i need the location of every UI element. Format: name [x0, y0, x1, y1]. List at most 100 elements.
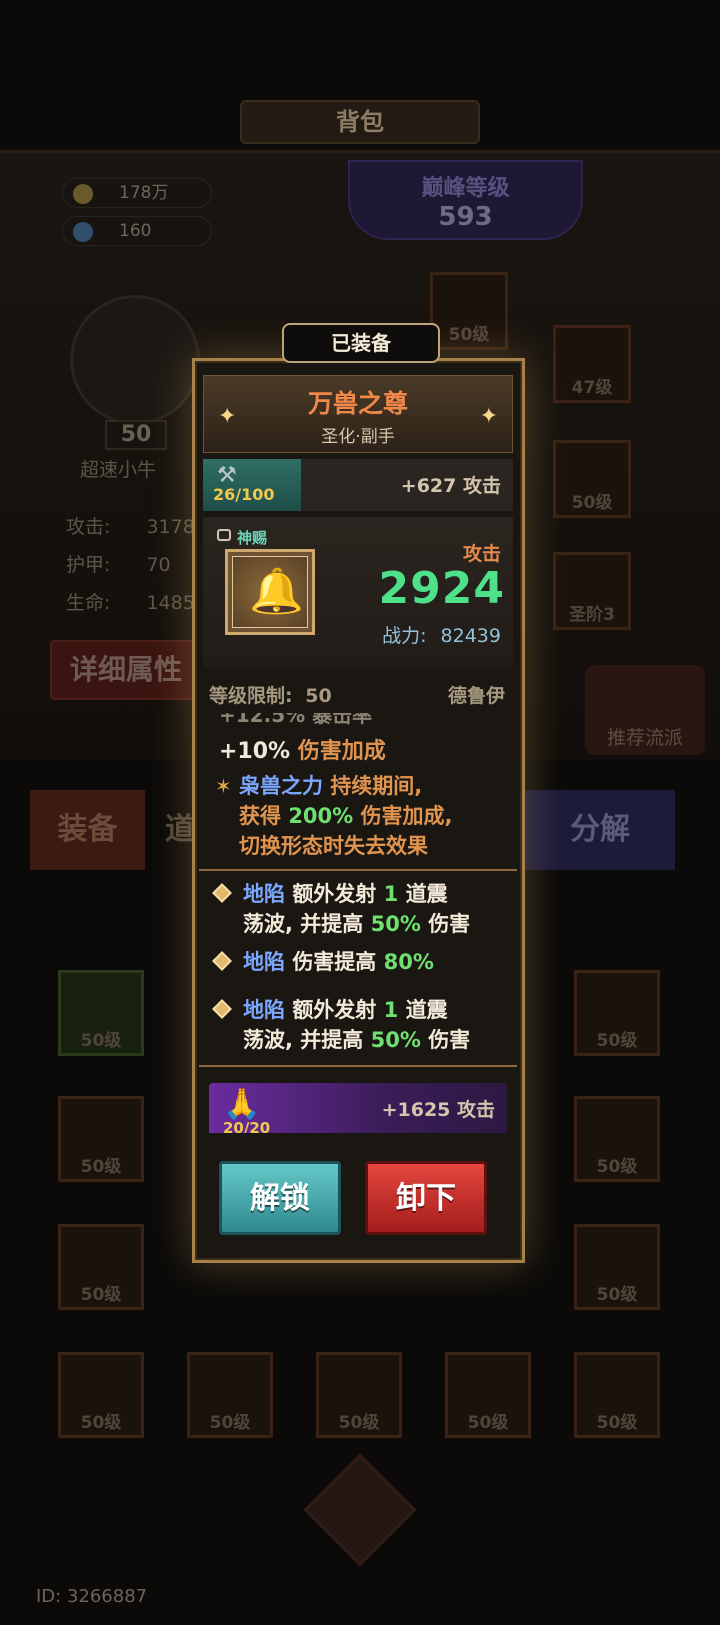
rune-number: 1 [383, 998, 399, 1022]
equipped-status-text: 已装备 [331, 331, 391, 355]
rune-text-part: 道震 [405, 882, 448, 906]
level-requirement-row: 等级限制: 50 德鲁伊 [203, 673, 513, 713]
recommend-build-button[interactable]: 推荐流派 [585, 665, 705, 755]
rune-text: 地陷 额外发射 1 道震 荡波, 并提高 50% 伤害 [243, 995, 505, 1055]
rune-text: 地陷 额外发射 1 道震 荡波, 并提高 50% 伤害 [243, 879, 505, 939]
inventory-slot[interactable]: 50级 [316, 1352, 402, 1438]
slot-level: 50级 [596, 1157, 638, 1177]
tab-equip[interactable]: 装备 [30, 790, 145, 870]
rune-number: 1 [383, 882, 399, 906]
gem-icon [73, 222, 93, 242]
coin-icon [73, 184, 93, 204]
gem-counter: 160 [62, 216, 212, 246]
unequip-button-label: 卸下 [396, 1181, 456, 1216]
rune-text: 地陷 伤害提高 80% [243, 947, 505, 977]
stat-value: 1485 [146, 592, 195, 614]
rune-text-part: 伤害 [428, 912, 471, 936]
player-level-badge: 50 [105, 420, 167, 450]
rune-percent: 50% [370, 912, 421, 936]
clipped-stat-line: +12.5% 暴击率 [219, 713, 499, 727]
rune-text-part: 荡波, 并提高 [243, 912, 364, 936]
equip-slot[interactable]: 50级 [430, 272, 508, 350]
rune-line: 荡波, 并提高 50% 伤害 [243, 1025, 505, 1055]
tab-decompose-label: 分解 [570, 812, 630, 847]
inventory-slot[interactable]: 50级 [574, 1096, 660, 1182]
passive-name: 枭兽之力 [239, 774, 323, 798]
equip-slot[interactable]: 圣阶3 [553, 552, 631, 630]
inventory-slot[interactable]: 50级 [58, 1352, 144, 1438]
unlock-button[interactable]: 解锁 [219, 1161, 341, 1235]
avatar[interactable] [70, 295, 200, 425]
passive-text: 伤害加成, [360, 804, 453, 828]
passive-line-1: 枭兽之力 持续期间, [239, 771, 505, 801]
combat-power: 战力: 82439 [382, 621, 501, 648]
divider [199, 1065, 517, 1067]
rune-line: 荡波, 并提高 50% 伤害 [243, 909, 505, 939]
gem-amount: 160 [119, 221, 152, 241]
tab-decompose[interactable]: 分解 [525, 790, 675, 870]
slot-level: 50级 [596, 1031, 638, 1051]
sparkle-icon: ✦ [218, 404, 237, 429]
forge-progress-bar: ⚒ 26/100 [203, 459, 301, 511]
divine-tag: 神赐 [237, 529, 268, 547]
attack-label: 攻击 [462, 543, 501, 565]
stat-attack: 攻击: 3178 [66, 512, 195, 539]
damage-bonus-line: +10% 伤害加成 [219, 733, 386, 765]
inventory-slot[interactable]: 50级 [58, 1224, 144, 1310]
soul-attack-bonus: +1625 攻击 [381, 1099, 495, 1121]
user-id: ID: 3266887 [36, 1586, 148, 1607]
slot-level: 50级 [448, 325, 490, 345]
inventory-slot[interactable]: 50级 [574, 1352, 660, 1438]
rune-effect: 地陷 额外发射 1 道震 荡波, 并提高 50% 伤害 [212, 879, 505, 939]
unequip-button[interactable]: 卸下 [365, 1161, 487, 1235]
slot-level: 50级 [596, 1413, 638, 1433]
peak-level-value: 593 [438, 202, 493, 232]
equip-slot[interactable]: 47级 [553, 325, 631, 403]
star-icon: ✶ [215, 774, 232, 798]
item-icon-frame: 🔔 [225, 549, 315, 635]
forge-row[interactable]: ⚒ 26/100 +627 攻击 [203, 459, 513, 511]
slot-level: 50级 [80, 1031, 122, 1051]
backpack-title-text: 背包 [336, 108, 384, 136]
passive-percent: 200% [288, 804, 354, 828]
inventory-slot[interactable]: 50级 [187, 1352, 273, 1438]
item-name: 万兽之尊 [307, 389, 408, 418]
lock-icon[interactable] [217, 529, 231, 541]
rune-percent: 80% [383, 950, 434, 974]
passive-skill-text: 枭兽之力 持续期间, 获得 200% 伤害加成, 切换形态时失去效果 [239, 771, 505, 861]
level-requirement-label: 等级限制: [209, 685, 293, 707]
stat-label: 护甲: [66, 554, 111, 576]
rune-name: 地陷 [243, 950, 285, 974]
diamond-icon [212, 951, 232, 971]
peak-level-box[interactable]: 巅峰等级 593 [348, 160, 583, 240]
rune-text-part: 道震 [405, 998, 448, 1022]
damage-bonus-label: 伤害加成 [297, 739, 386, 764]
slot-level: 50级 [571, 493, 613, 513]
stat-armor: 护甲: 70 [66, 550, 171, 577]
rune-text-part: 额外发射 [292, 998, 377, 1022]
inventory-slot[interactable]: 50级 [58, 1096, 144, 1182]
diamond-icon [212, 883, 232, 903]
equip-slot[interactable]: 50级 [553, 440, 631, 518]
rune-line: 地陷 额外发射 1 道震 [243, 995, 505, 1025]
soul-upgrade-row[interactable]: 🙏 20/20 +1625 攻击 [209, 1083, 507, 1133]
crossed-swords-logo[interactable] [303, 1453, 417, 1567]
inventory-slot[interactable]: 50级 [574, 970, 660, 1056]
equipped-status-tag: 已装备 [282, 323, 440, 363]
inventory-slot[interactable]: 50级 [574, 1224, 660, 1310]
diamond-icon [212, 999, 232, 1019]
divider [199, 869, 517, 871]
slot-level: 50级 [467, 1413, 509, 1433]
slot-level: 50级 [80, 1157, 122, 1177]
stat-value: 3178 [146, 516, 195, 538]
inventory-slot[interactable]: 50级 [445, 1352, 531, 1438]
detail-attributes-button[interactable]: 详细属性 [50, 640, 210, 700]
passive-line-3: 切换形态时失去效果 [239, 834, 428, 858]
stat-label: 生命: [66, 592, 111, 614]
tab-equip-label: 装备 [57, 812, 118, 847]
inventory-slot[interactable]: 50级 [58, 970, 144, 1056]
gold-amount: 178万 [119, 183, 169, 203]
tab-items-label: 道 [165, 812, 195, 847]
level-requirement-value: 50 [305, 685, 332, 707]
passive-text: 获得 [239, 804, 281, 828]
